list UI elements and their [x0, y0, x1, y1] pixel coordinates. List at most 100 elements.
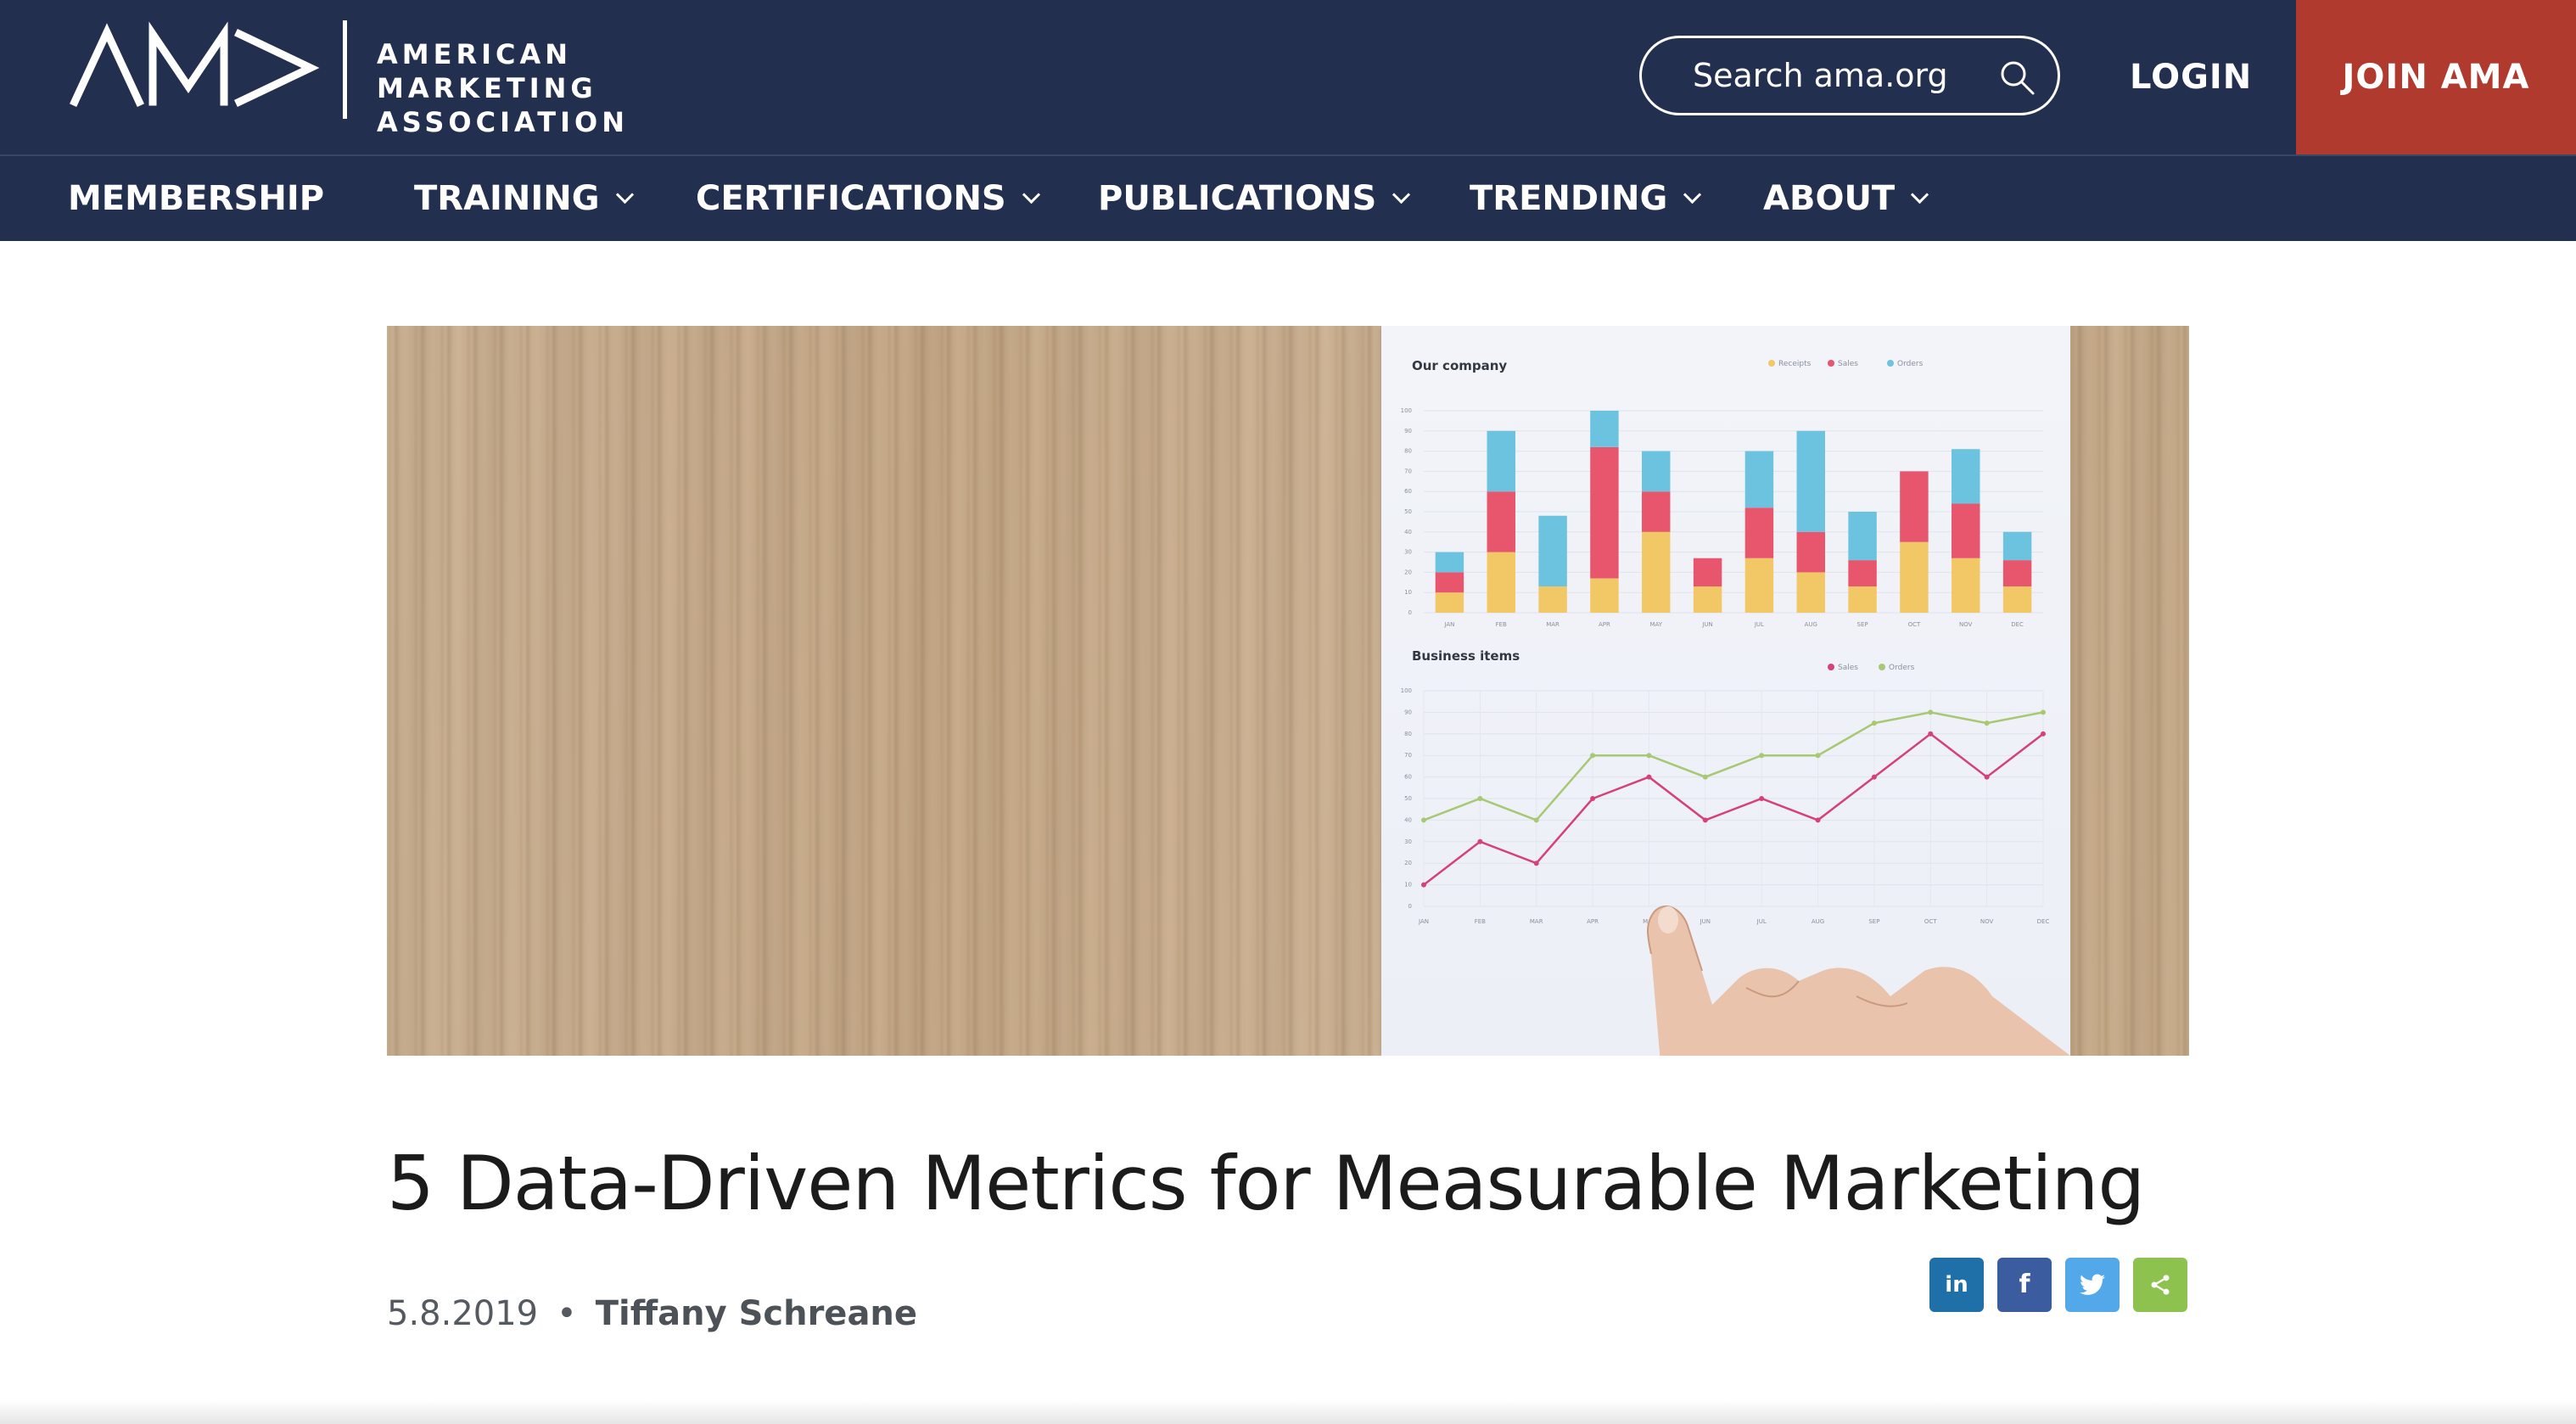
line-y-tick-label: 40 — [1404, 816, 1412, 823]
line-x-tick-label: APR — [1587, 918, 1599, 925]
facebook-icon: f — [2019, 1270, 2030, 1299]
bar-y-tick-label: 20 — [1404, 569, 1412, 575]
bar-receipts-sep — [1848, 586, 1877, 613]
legend-label: Orders — [1889, 664, 1915, 672]
line-y-tick-label: 80 — [1404, 731, 1412, 737]
join-ama-button[interactable]: JOIN AMA — [2296, 0, 2576, 154]
ama-logo[interactable]: AMERICAN MARKETING ASSOCIATION — [70, 20, 757, 138]
logo-divider — [343, 20, 347, 119]
bar-sales-nov — [1952, 503, 1980, 558]
article-date: 5.8.2019 — [387, 1294, 539, 1333]
bar-x-tick-label: AUG — [1805, 621, 1817, 628]
nav-trending[interactable]: TRENDING — [1470, 156, 1702, 241]
line-point-orders — [1590, 753, 1596, 759]
bar-x-tick-label: NOV — [1959, 621, 1973, 628]
generic-share-button[interactable] — [2133, 1258, 2187, 1312]
hero-image: Our company Receipts Sales Orders 0 10 20 30 4… — [387, 326, 2189, 1056]
bar-receipts-feb — [1487, 552, 1515, 613]
ama-logo-mark-icon — [70, 21, 320, 107]
line-point-sales — [1928, 731, 1934, 737]
line-point-orders — [1871, 720, 1877, 726]
search-placeholder: Search ama.org — [1693, 57, 1948, 94]
line-x-tick-label: FEB — [1475, 918, 1486, 925]
legend-swatch — [1887, 360, 1894, 367]
line-point-orders — [1928, 709, 1934, 715]
twitter-icon — [2080, 1274, 2105, 1295]
line-chart-legend: Sales Orders — [1828, 664, 1915, 672]
bar-sales-oct — [1900, 471, 1929, 542]
legend-swatch — [1828, 664, 1834, 670]
line-point-sales — [1984, 774, 1990, 780]
nav-certifications[interactable]: CERTIFICATIONS — [696, 156, 1040, 241]
line-y-tick-label: 60 — [1404, 774, 1412, 781]
bar-orders-may — [1642, 451, 1671, 492]
pointing-hand-icon — [1647, 905, 2070, 1056]
linkedin-icon: in — [1945, 1272, 1968, 1298]
line-point-orders — [1759, 753, 1765, 759]
line-point-sales — [2041, 731, 2046, 737]
bar-y-tick-label: 30 — [1404, 549, 1412, 556]
top-header: AMERICAN MARKETING ASSOCIATION Search am… — [0, 0, 2576, 156]
legend-label: Orders — [1897, 360, 1924, 368]
line-x-tick-label: SEP — [1868, 918, 1879, 925]
line-series-orders — [1423, 711, 2044, 821]
line-point-sales — [1477, 838, 1483, 844]
bar-x-tick-label: SEP — [1857, 621, 1868, 628]
bar-receipts-nov — [1952, 558, 1980, 613]
line-chart-x-labels: JAN FEB MAR APR MAY JUN JUL AUG SEP OCT NOV DEC — [1418, 918, 2049, 925]
nav-training[interactable]: TRAINING — [414, 156, 634, 241]
bar-orders-jul — [1744, 451, 1774, 508]
logo-wordmark: AMERICAN MARKETING ASSOCIATION — [377, 37, 757, 139]
bar-x-tick-label: APR — [1599, 621, 1610, 628]
bar-orders-jan — [1435, 552, 1464, 573]
bar-y-tick-label: 50 — [1404, 508, 1412, 515]
bar-x-tick-label: FEB — [1496, 621, 1507, 628]
chevron-down-icon — [1911, 185, 1929, 205]
article-meta: 5.8.2019 • Tiffany Schreane — [387, 1290, 917, 1337]
legend-swatch — [1828, 360, 1834, 367]
chevron-down-icon — [1022, 185, 1040, 205]
article-author[interactable]: Tiffany Schreane — [596, 1294, 917, 1333]
facebook-share-button[interactable]: f — [1997, 1258, 2052, 1312]
bar-y-tick-label: 100 — [1401, 407, 1412, 414]
bar-receipts-oct — [1900, 541, 1929, 613]
line-point-sales — [1646, 774, 1652, 780]
line-x-tick-label: NOV — [1980, 918, 1994, 925]
bar-receipts-jan — [1435, 592, 1464, 613]
logo-line-1: AMERICAN MARKETING — [377, 38, 597, 104]
bar-orders-feb — [1487, 430, 1515, 492]
bar-x-tick-label: DEC — [2011, 621, 2024, 628]
twitter-share-button[interactable] — [2065, 1258, 2120, 1312]
line-y-tick-label: 0 — [1408, 903, 1412, 910]
chevron-down-icon — [1392, 185, 1411, 205]
login-button[interactable]: LOGIN — [2130, 0, 2252, 154]
bar-sales-aug — [1796, 531, 1825, 573]
article-title: 5 Data-Driven Metrics for Measurable Mar… — [387, 1140, 2145, 1227]
chart-paper: Our company Receipts Sales Orders 0 10 20 30 4… — [1381, 326, 2070, 1056]
line-y-tick-label: 30 — [1404, 838, 1412, 845]
bar-sales-apr — [1590, 446, 1619, 579]
bar-x-tick-label: JUN — [1701, 621, 1712, 628]
nav-membership[interactable]: MEMBERSHIP — [68, 156, 324, 241]
bar-y-tick-label: 60 — [1404, 488, 1412, 495]
bar-orders-sep — [1848, 512, 1877, 561]
search-icon[interactable] — [1998, 59, 2036, 96]
line-y-tick-label: 10 — [1404, 882, 1412, 889]
line-x-tick-label: JUN — [1700, 918, 1711, 925]
line-x-tick-label: DEC — [2037, 918, 2050, 925]
line-point-orders — [1815, 753, 1821, 759]
nav-publications[interactable]: PUBLICATIONS — [1098, 156, 1411, 241]
nav-training-label: TRAINING — [414, 179, 600, 218]
line-point-sales — [1759, 796, 1765, 801]
nav-about[interactable]: ABOUT — [1763, 156, 1929, 241]
logo-line-2: ASSOCIATION — [377, 106, 630, 138]
line-point-orders — [1421, 817, 1426, 823]
bar-orders-dec — [2002, 531, 2032, 561]
line-chart-title: Business items — [1412, 648, 1520, 664]
bar-orders-aug — [1796, 430, 1825, 532]
line-point-sales — [1533, 861, 1539, 866]
search-input[interactable]: Search ama.org — [1639, 36, 2060, 115]
linkedin-share-button[interactable]: in — [1929, 1258, 1984, 1312]
bar-y-tick-label: 40 — [1404, 529, 1412, 535]
line-point-orders — [1533, 817, 1539, 823]
